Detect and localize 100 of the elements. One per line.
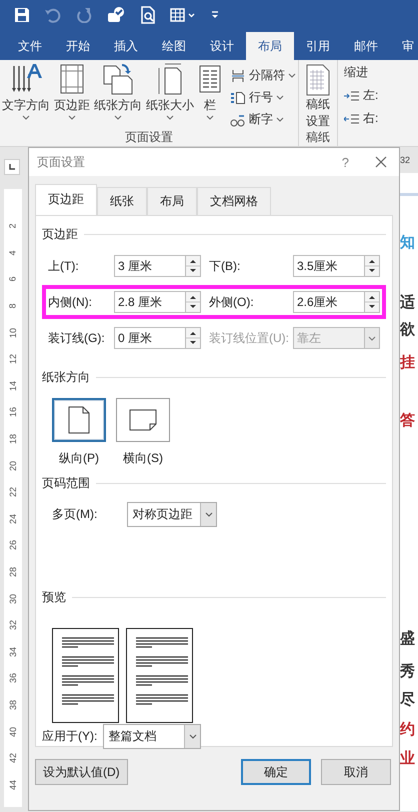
landscape-page-icon — [129, 409, 157, 431]
group-title: 缩进 — [344, 64, 369, 81]
ribbon-tab[interactable]: 邮件 — [342, 32, 390, 60]
field-label: 多页(M): — [52, 506, 98, 523]
ruler-number: 26 — [8, 540, 18, 550]
dialog-tab[interactable]: 纸张 — [97, 187, 147, 215]
document-text: 适 — [400, 294, 416, 312]
ruler-number: 44 — [8, 780, 18, 790]
ruler-number: 12 — [8, 354, 18, 364]
number-field[interactable]: 0 厘米 — [114, 327, 186, 349]
field-label: 装订线位置(U): — [209, 330, 290, 346]
ok-button[interactable]: 确定 — [241, 759, 311, 785]
ribbon-tab[interactable]: 设计 — [198, 32, 246, 60]
ruler-number: 36 — [8, 673, 18, 684]
help-button[interactable]: ? — [342, 154, 349, 170]
ribbon-button[interactable]: 稿纸 设置 — [299, 60, 337, 130]
tab-stop-icon[interactable] — [8, 163, 16, 171]
dialog-tab[interactable]: 页边距 — [35, 184, 97, 215]
table-icon[interactable] — [170, 8, 196, 22]
document-text: 秀 — [400, 663, 416, 681]
field-label: 外侧(O): — [209, 294, 255, 310]
group-label: 稿纸 — [305, 130, 331, 146]
set-default-button[interactable]: 设为默认值(D) — [35, 759, 128, 785]
ribbon-tab[interactable]: 布局 — [246, 32, 294, 60]
ribbon-button[interactable]: 文字方向 — [0, 60, 52, 120]
spinner-icon[interactable] — [186, 292, 200, 312]
ruler-number: 42 — [8, 753, 18, 764]
ribbon-button[interactable]: 页边距 — [52, 60, 92, 120]
dialog-tab[interactable]: 布局 — [147, 187, 197, 215]
close-icon[interactable] — [375, 156, 387, 168]
ribbon-tab[interactable]: 绘图 — [150, 32, 198, 60]
number-field[interactable]: 3 厘米 — [114, 255, 186, 277]
caret-icon — [288, 73, 296, 78]
ribbon-tab[interactable]: 文件 — [6, 32, 54, 60]
caret-icon — [188, 734, 197, 739]
spinner-icon[interactable] — [186, 256, 200, 276]
cancel-button[interactable]: 取消 — [321, 759, 391, 785]
indent-label: 右: — [363, 110, 378, 127]
caret-icon — [114, 115, 122, 120]
number-field[interactable]: 3.5厘米 — [293, 255, 365, 277]
ruler-number: 4 — [8, 250, 18, 256]
ribbon-tab[interactable]: 开始 — [54, 32, 102, 60]
dialog-tab[interactable]: 文档网格 — [197, 187, 271, 215]
ribbon-tab[interactable]: 引用 — [294, 32, 342, 60]
ruler-number: 8 — [8, 304, 18, 309]
document-text: 约 — [400, 721, 416, 739]
caret-icon — [166, 115, 174, 120]
caret-icon — [204, 512, 213, 517]
option-label: 横向(S) — [123, 450, 163, 467]
ribbon-button[interactable]: 纸张大小 — [144, 60, 196, 120]
ribbon-button[interactable]: 行号 — [228, 88, 298, 107]
dropdown[interactable]: 整篇文档 — [103, 724, 202, 749]
ribbon-button[interactable]: 分隔符 — [228, 66, 298, 85]
orientation-option[interactable] — [116, 398, 170, 442]
customize-icon[interactable] — [210, 9, 220, 21]
document-text: 欲 — [400, 321, 416, 339]
spinner-icon[interactable] — [365, 256, 379, 276]
section-heading: 页码范围 — [42, 475, 90, 492]
document-text: 知 — [400, 234, 416, 252]
ribbon-button[interactable]: 断字 — [228, 110, 298, 129]
caret-icon — [206, 115, 214, 120]
spinner-icon[interactable] — [365, 292, 379, 312]
number-field[interactable]: 2.6厘米 — [293, 291, 365, 313]
print-preview-icon[interactable] — [140, 6, 156, 24]
ruler-number: 16 — [8, 407, 18, 418]
ribbon-tab[interactable]: 审 — [390, 32, 418, 60]
ruler-number: 2 — [8, 224, 18, 229]
field-label: 装订线(G): — [48, 330, 106, 346]
save-icon[interactable] — [14, 7, 30, 23]
field-label: 应用于(Y): — [42, 728, 98, 745]
section-heading: 纸张方向 — [42, 369, 90, 386]
ribbon-tab[interactable]: 插入 — [102, 32, 150, 60]
line-numbers-icon — [230, 90, 246, 106]
orientation-option[interactable] — [52, 398, 106, 442]
indent-icon — [344, 114, 360, 124]
caret-icon — [276, 95, 284, 100]
ribbon-button[interactable]: 纸张方向 — [92, 60, 144, 120]
caret-icon — [368, 336, 376, 340]
hand-icon[interactable] — [106, 6, 126, 24]
ribbon-button[interactable]: 栏 — [196, 60, 224, 120]
dialog-title: 页面设置 — [37, 154, 86, 170]
group-label: 页面设置 — [124, 130, 174, 146]
ruler-number: 40 — [8, 726, 18, 737]
caret-icon — [22, 115, 30, 120]
portrait-page-icon — [68, 406, 90, 434]
ruler-number: 20 — [8, 460, 18, 471]
document-text: 尽 — [400, 691, 416, 709]
ruler-number: 10 — [8, 328, 18, 338]
field-label: 内侧(N): — [48, 294, 93, 310]
dropdown[interactable]: 对称页边距 — [127, 502, 218, 527]
caret-icon — [276, 117, 284, 122]
ruler-number: 38 — [8, 700, 18, 710]
ruler-number: 14 — [8, 380, 18, 391]
ruler-number: 34 — [8, 646, 18, 657]
ruler-number: 32 — [400, 155, 410, 165]
number-field[interactable]: 2.8 厘米 — [114, 291, 186, 313]
grid-paper-icon — [305, 64, 331, 96]
ruler-number: 30 — [8, 594, 18, 604]
field-label: 下(B): — [209, 258, 242, 274]
spinner-icon[interactable] — [186, 328, 200, 348]
